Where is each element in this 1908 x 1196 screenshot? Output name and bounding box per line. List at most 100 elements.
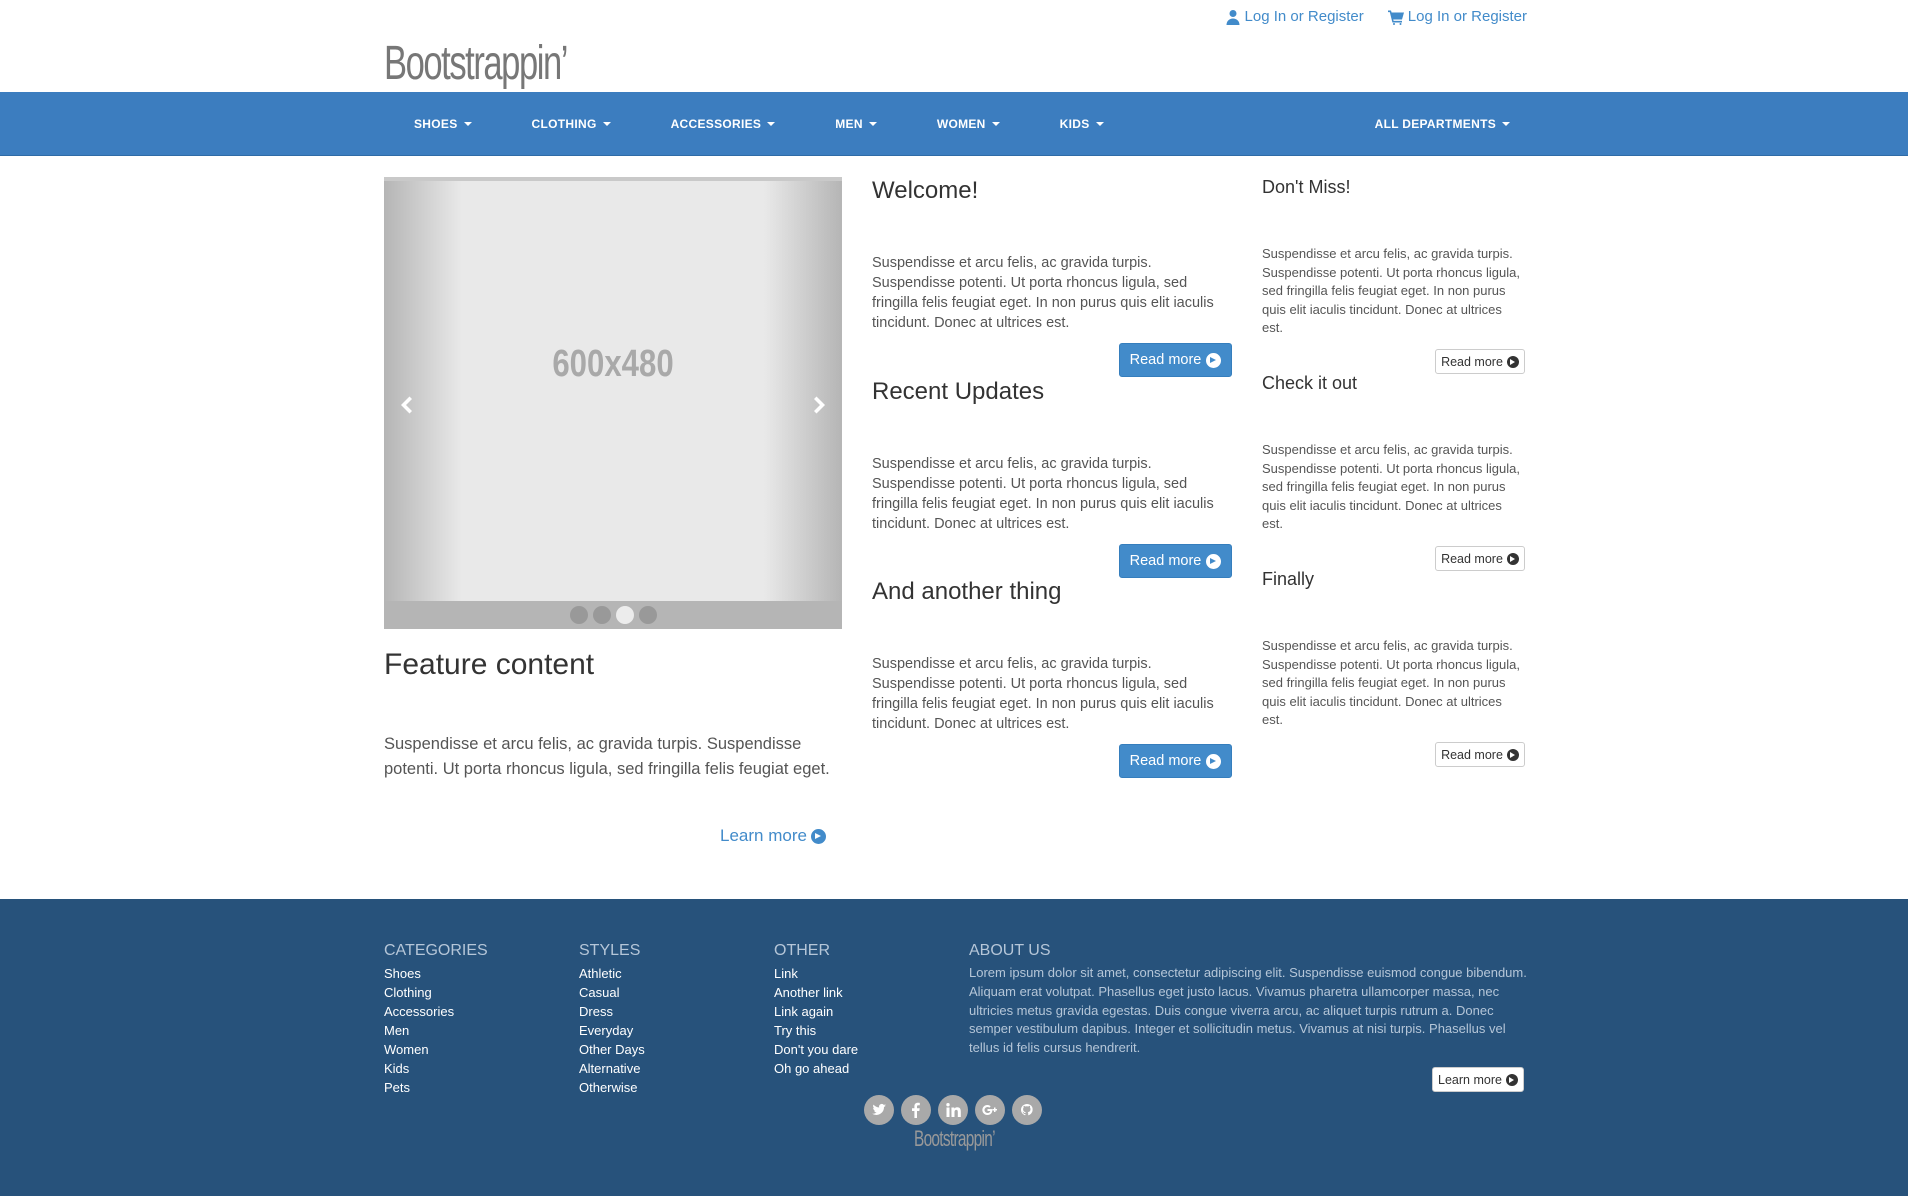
twitter-icon[interactable] (864, 1095, 894, 1125)
nav-label: KIDS (1059, 117, 1090, 131)
footer-heading: STYLES (579, 942, 641, 959)
login-register-label: Log In or Register (1244, 8, 1364, 25)
read-more-label: Read more (1441, 551, 1503, 566)
nav-label: ACCESSORIES (670, 117, 762, 131)
footer-link[interactable]: Link (774, 964, 858, 983)
about-learn-more-button[interactable]: Learn more (1432, 1067, 1524, 1092)
arrow-circle-right-icon (1505, 1073, 1518, 1086)
caret-down-icon (991, 122, 1000, 126)
side-dont-miss: Don't Miss! Suspendisse et arcu felis, a… (1262, 177, 1526, 377)
side-title: Finally (1262, 569, 1315, 589)
linkedin-icon[interactable] (938, 1095, 968, 1125)
footer-styles: STYLES Athletic Casual Dress Everyday Ot… (579, 942, 645, 1097)
read-more-button[interactable]: Read more (1435, 546, 1525, 571)
footer-link[interactable]: Casual (579, 983, 645, 1002)
footer-other: OTHER Link Another link Link again Try t… (774, 942, 858, 1078)
top-header: Bootstrappin’ Log In or Register Log In … (0, 0, 1908, 92)
carousel-indicator-dot[interactable] (592, 606, 611, 624)
nav-label: SHOES (414, 117, 458, 131)
nav-item-clothing[interactable]: CLOTHING (502, 92, 641, 156)
footer-about: ABOUT US Lorem ipsum dolor sit amet, con… (969, 942, 1529, 1058)
article-welcome: Welcome! Suspendisse et arcu felis, ac g… (872, 177, 1232, 377)
nav-right: ALL DEPARTMENTS (1345, 92, 1540, 156)
carousel-prev-button[interactable] (394, 393, 418, 417)
nav-item-accessories[interactable]: ACCESSORIES (641, 92, 806, 156)
footer-heading: OTHER (774, 942, 830, 959)
side-text: Suspendisse et arcu felis, ac gravida tu… (1262, 246, 1520, 335)
login-register-link[interactable]: Log In or Register (1225, 8, 1364, 25)
chevron-right-icon (814, 396, 825, 414)
carousel-indicator-dot[interactable] (615, 606, 634, 624)
side-title: Check it out (1262, 373, 1358, 393)
footer-link[interactable]: Dress (579, 1002, 645, 1021)
caret-down-icon (1095, 122, 1104, 126)
nav-menu: SHOES CLOTHING ACCESSORIES MEN WOMEN KID… (384, 92, 1134, 156)
footer-link[interactable]: Men (384, 1021, 488, 1040)
nav-item-women[interactable]: WOMEN (907, 92, 1030, 156)
placeholder-image-text: 600x480 (552, 343, 674, 385)
nav-item-all-departments[interactable]: ALL DEPARTMENTS (1345, 92, 1540, 156)
read-more-label: Read more (1129, 753, 1202, 769)
carousel-next-button[interactable] (808, 393, 832, 417)
footer-heading: ABOUT US (969, 942, 1051, 959)
footer-link[interactable]: Another link (774, 983, 858, 1002)
footer-link[interactable]: Otherwise (579, 1078, 645, 1097)
footer-link[interactable]: Pets (384, 1078, 488, 1097)
user-icon (1226, 9, 1240, 25)
read-more-label: Read more (1441, 354, 1503, 369)
cart-login-register-link[interactable]: Log In or Register (1387, 8, 1527, 25)
facebook-icon[interactable] (901, 1095, 931, 1125)
footer-heading: CATEGORIES (384, 942, 488, 959)
main-navbar: SHOES CLOTHING ACCESSORIES MEN WOMEN KID… (0, 92, 1908, 156)
image-carousel: 600x480 (384, 177, 842, 629)
footer-link[interactable]: Alternative (579, 1059, 645, 1078)
footer-link[interactable]: Women (384, 1040, 488, 1059)
social-links (864, 1095, 1042, 1125)
side-check-it-out: Check it out Suspendisse et arcu felis, … (1262, 373, 1526, 573)
footer-link[interactable]: Everyday (579, 1021, 645, 1040)
footer-link[interactable]: Other Days (579, 1040, 645, 1059)
footer-link[interactable]: Shoes (384, 964, 488, 983)
footer-link[interactable]: Athletic (579, 964, 645, 983)
footer-link[interactable]: Clothing (384, 983, 488, 1002)
about-text: Lorem ipsum dolor sit amet, consectetur … (969, 965, 1527, 1056)
read-more-button[interactable]: Read more (1119, 343, 1232, 377)
article-title: Welcome! (872, 177, 979, 204)
nav-label: CLOTHING (531, 117, 597, 131)
article-title: And another thing (872, 578, 1062, 605)
caret-down-icon (602, 122, 611, 126)
arrow-circle-right-icon (1506, 355, 1519, 368)
footer-link[interactable]: Accessories (384, 1002, 488, 1021)
read-more-button[interactable]: Read more (1435, 349, 1525, 374)
read-more-button[interactable]: Read more (1119, 744, 1232, 778)
feature-text: Suspendisse et arcu felis, ac gravida tu… (384, 735, 830, 778)
github-icon[interactable] (1012, 1095, 1042, 1125)
article-text: Suspendisse et arcu felis, ac gravida tu… (872, 255, 1214, 331)
read-more-button[interactable]: Read more (1435, 742, 1525, 767)
google-plus-icon[interactable] (975, 1095, 1005, 1125)
learn-more-label: Learn more (720, 826, 807, 845)
nav-label: MEN (835, 117, 863, 131)
footer-link[interactable]: Kids (384, 1059, 488, 1078)
read-more-label: Read more (1129, 553, 1202, 569)
footer-logo: Bootstrappin’ (914, 1126, 995, 1151)
carousel-indicator-dot[interactable] (569, 606, 588, 624)
article-title: Recent Updates (872, 378, 1045, 405)
site-logo[interactable]: Bootstrappin’ (384, 36, 568, 92)
utility-links: Log In or Register Log In or Register (1225, 8, 1527, 25)
footer-link[interactable]: Link again (774, 1002, 858, 1021)
footer-link[interactable]: Oh go ahead (774, 1059, 858, 1078)
footer-categories: CATEGORIES Shoes Clothing Accessories Me… (384, 942, 488, 1097)
read-more-label: Read more (1129, 352, 1202, 368)
chevron-left-icon (401, 396, 412, 414)
read-more-button[interactable]: Read more (1119, 544, 1232, 578)
arrow-circle-right-icon (1206, 753, 1222, 769)
caret-down-icon (1502, 122, 1510, 126)
footer-link[interactable]: Don't you dare (774, 1040, 858, 1059)
nav-item-shoes[interactable]: SHOES (384, 92, 502, 156)
carousel-indicator-dot[interactable] (638, 606, 657, 624)
nav-item-kids[interactable]: KIDS (1030, 92, 1134, 156)
feature-learn-more-link[interactable]: Learn more (720, 826, 826, 846)
nav-item-men[interactable]: MEN (805, 92, 907, 156)
footer-link[interactable]: Try this (774, 1021, 858, 1040)
